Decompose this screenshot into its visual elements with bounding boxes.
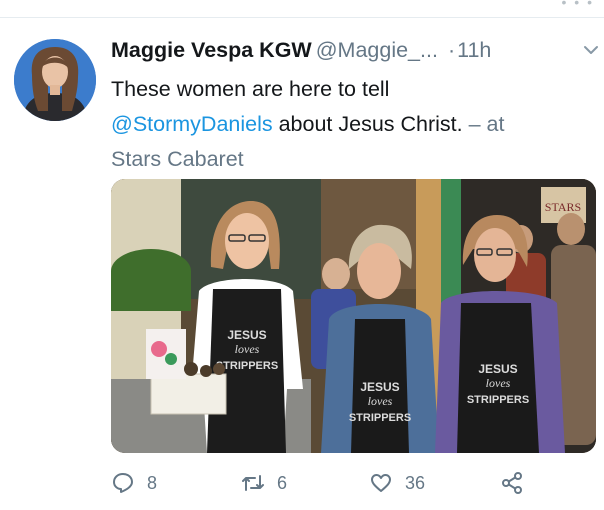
tweet-text-line: about Jesus Christ. — [272, 112, 463, 136]
display-name[interactable]: Maggie Vespa KGW — [111, 38, 312, 62]
reply-button[interactable]: 8 — [111, 465, 157, 501]
shirt-text-line: JESUS — [478, 362, 517, 376]
tweet-actions: 8 6 36 — [111, 465, 591, 501]
shirt-text-line: STRIPPERS — [467, 394, 529, 406]
shirt-text-line: loves — [486, 376, 511, 390]
avatar[interactable] — [14, 39, 96, 121]
heart-icon — [371, 474, 391, 492]
shirt-text-line: loves — [368, 394, 393, 408]
reply-icon — [113, 473, 133, 493]
like-button[interactable]: 36 — [369, 465, 425, 501]
reply-count: 8 — [147, 472, 158, 493]
like-count: 36 — [405, 472, 426, 493]
retweet-count: 6 — [277, 472, 288, 493]
user-handle[interactable]: @Maggie_... — [316, 38, 438, 62]
tweet-text: These women are here to tell @StormyDani… — [111, 72, 591, 177]
chevron-down-icon[interactable] — [583, 42, 599, 58]
location-prefix: – at — [462, 112, 505, 136]
shirt-text-line: STRIPPERS — [216, 360, 278, 372]
mention-link[interactable]: @StormyDaniels — [111, 112, 273, 136]
shirt-text-line: STRIPPERS — [349, 412, 411, 424]
separator-dot: · — [447, 38, 456, 62]
shirt-text-line: loves — [235, 342, 260, 356]
share-button[interactable] — [500, 465, 524, 501]
top-divider — [0, 17, 604, 18]
stars-sign: STARS — [545, 200, 581, 214]
tweet-photo[interactable]: STARS JESUS loves STRIPPERS JESUS loves … — [111, 179, 596, 453]
shirt-text-line: JESUS — [360, 380, 399, 394]
timestamp[interactable]: 11h — [457, 38, 491, 62]
shirt-text-line: JESUS — [227, 328, 266, 342]
retweet-button[interactable]: 6 — [241, 465, 287, 501]
retweet-icon — [242, 475, 264, 491]
tweet-text-line: These women are here to tell — [111, 77, 390, 101]
overflow-dots-icon: • • • — [561, 0, 594, 10]
tweet-header: Maggie Vespa KGW @Maggie_... ·11h — [111, 38, 598, 68]
location-link[interactable]: Stars Cabaret — [111, 147, 244, 171]
share-icon — [502, 472, 522, 494]
